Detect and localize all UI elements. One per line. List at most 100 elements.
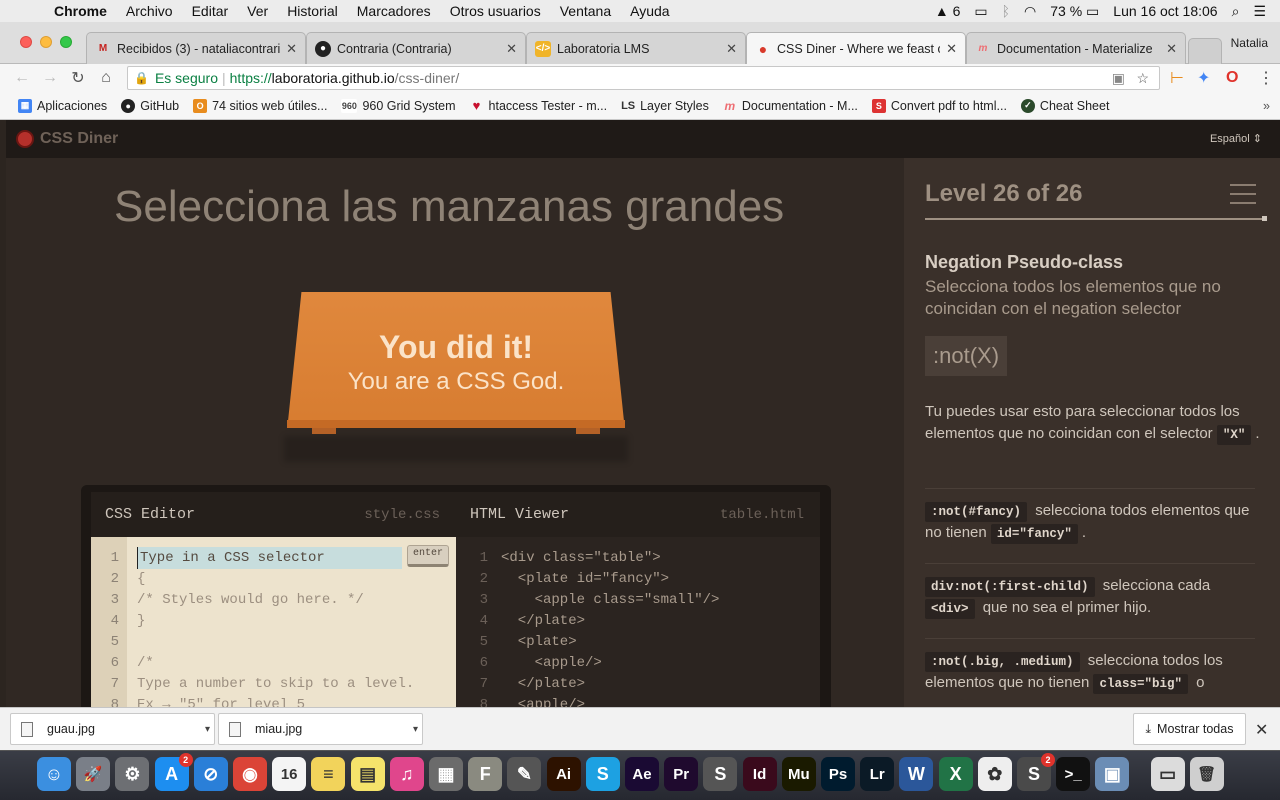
premiere-icon[interactable]: Pr — [664, 757, 699, 791]
close-tab-icon[interactable]: ✕ — [1166, 41, 1177, 57]
photoshop-icon[interactable]: Ps — [821, 757, 855, 791]
word-icon[interactable]: W — [899, 757, 934, 791]
menu-historial[interactable]: Historial — [287, 3, 338, 19]
skype-icon[interactable]: S — [585, 757, 620, 791]
menu-app-chrome[interactable]: Chrome — [54, 3, 107, 19]
close-tab-icon[interactable]: ✕ — [286, 41, 297, 57]
new-tab-button[interactable] — [1188, 38, 1222, 64]
home-icon[interactable]: ⌂ — [92, 69, 120, 87]
sketch-icon[interactable]: S2 — [1017, 753, 1055, 791]
site-settings-icon[interactable]: ▣ — [1112, 70, 1125, 87]
html-markup-line[interactable]: <plate> — [501, 634, 577, 650]
chevron-up-icon[interactable]: ▾ — [413, 724, 418, 735]
menu-ventana[interactable]: Ventana — [560, 3, 611, 19]
html-markup-line[interactable]: <plate id="fancy"> — [501, 571, 669, 587]
html-markup-line[interactable]: <apple/> — [501, 697, 585, 707]
wifi-icon[interactable]: ◠ — [1024, 3, 1036, 20]
level-menu-hamburger-icon[interactable] — [1230, 184, 1256, 204]
adobe-status[interactable]: ▲ 6 — [935, 3, 961, 19]
opera-extension-icon[interactable]: O — [1226, 69, 1238, 87]
excel-icon[interactable]: X — [938, 757, 973, 791]
finder-icon[interactable]: ☺ — [37, 757, 71, 791]
downloads-folder-icon[interactable]: ▭ — [1150, 757, 1185, 791]
photos-icon[interactable]: ✿ — [977, 757, 1012, 791]
menu-marcadores[interactable]: Marcadores — [357, 3, 431, 19]
sublime-icon[interactable]: S — [703, 757, 738, 791]
extension-icon[interactable]: ⊢ — [1170, 68, 1184, 88]
menu-otros-usuarios[interactable]: Otros usuarios — [450, 3, 541, 19]
muse-icon[interactable]: Mu — [781, 757, 816, 791]
chrome-menu-icon[interactable]: ⋮ — [1258, 68, 1274, 88]
html-markup-line[interactable]: </plate> — [501, 676, 585, 692]
tab-github[interactable]: ● Contraria (Contraria) ✕ — [306, 32, 526, 64]
chevron-up-icon[interactable]: ▾ — [205, 724, 210, 735]
tab-materialize[interactable]: m Documentation - Materialize ✕ — [966, 32, 1186, 64]
html-markup-line[interactable]: </plate> — [501, 613, 585, 629]
safari-icon[interactable]: ⊘ — [193, 757, 228, 791]
system-preferences-icon[interactable]: ⚙ — [115, 757, 150, 791]
lightroom-icon[interactable]: Lr — [860, 757, 895, 791]
bookmark-74-sitios[interactable]: O 74 sitios web útiles... — [193, 98, 327, 113]
address-bar[interactable]: 🔒 Es seguro | https://laboratoria.github… — [127, 66, 1160, 90]
menu-ayuda[interactable]: Ayuda — [630, 3, 669, 19]
tab-laboratoria[interactable]: </> Laboratoria LMS ✕ — [526, 32, 746, 64]
calculator-icon[interactable]: ▦ — [429, 757, 463, 791]
bookmark-convert-pdf[interactable]: S Convert pdf to html... — [871, 98, 1007, 113]
fontbook-icon[interactable]: F — [468, 757, 503, 791]
enter-button[interactable]: enter — [407, 545, 449, 567]
download-item-miau[interactable]: miau.jpg ▾ — [218, 713, 423, 745]
html-markup-line[interactable]: <apple/> — [501, 655, 602, 671]
bookmark-materialize[interactable]: m Documentation - M... — [723, 99, 858, 113]
tab-gmail[interactable]: M Recibidos (3) - nataliacontraria ✕ — [86, 32, 306, 64]
site-brand[interactable]: CSS Diner — [40, 130, 118, 148]
bookmark-cheat-sheet[interactable]: ✓ Cheat Sheet — [1020, 98, 1109, 113]
close-downloads-bar-icon[interactable]: ✕ — [1255, 720, 1268, 740]
bookmark-star-icon[interactable]: ☆ — [1136, 70, 1149, 87]
bookmark-aplicaciones[interactable]: ▦ Aplicaciones — [18, 98, 107, 113]
language-select[interactable]: Español ⇕ — [1210, 132, 1262, 145]
itunes-icon[interactable]: ♫ — [389, 757, 424, 791]
calendar-icon[interactable]: 16 — [272, 757, 307, 791]
spotlight-search-icon[interactable]: ⌕ — [1232, 3, 1240, 20]
notes-icon[interactable]: ≡ — [311, 757, 346, 791]
terminal-icon[interactable]: >_ — [1056, 757, 1091, 791]
menu-editar[interactable]: Editar — [192, 3, 229, 19]
indesign-icon[interactable]: Id — [742, 757, 777, 791]
more-bookmarks-icon[interactable]: » — [1263, 99, 1270, 113]
trash-icon[interactable]: 🗑 — [1189, 757, 1224, 791]
forward-arrow-icon[interactable]: → — [36, 69, 64, 87]
notification-center-icon[interactable]: ☰ — [1253, 3, 1266, 20]
after-effects-icon[interactable]: Ae — [625, 757, 659, 791]
profile-button[interactable]: Natalia — [1231, 36, 1268, 50]
illustrator-icon[interactable]: Ai — [546, 757, 581, 791]
close-tab-icon[interactable]: ✕ — [726, 41, 737, 57]
html-markup-line[interactable]: <apple class="small"/> — [501, 592, 720, 608]
launchpad-icon[interactable]: 🚀 — [76, 757, 111, 791]
css-selector-input[interactable]: Type in a CSS selector — [137, 547, 402, 569]
download-item-guau[interactable]: guau.jpg ▾ — [10, 713, 215, 745]
battery-status[interactable]: 73 % ▭ — [1050, 3, 1099, 20]
minimize-window-button[interactable] — [40, 36, 52, 48]
zoom-window-button[interactable] — [60, 36, 72, 48]
stickies-icon[interactable]: ▤ — [350, 757, 385, 791]
bookmark-960-grid[interactable]: 960 960 Grid System — [341, 98, 456, 113]
extension-color-icon[interactable]: ✦ — [1197, 68, 1210, 88]
close-tab-icon[interactable]: ✕ — [946, 41, 957, 57]
bookmark-htaccess[interactable]: ♥ htaccess Tester - m... — [470, 98, 607, 113]
close-tab-icon[interactable]: ✕ — [506, 41, 517, 57]
close-window-button[interactable] — [20, 36, 32, 48]
chrome-icon[interactable]: ◉ — [233, 757, 267, 791]
bookmark-github[interactable]: ● GitHub — [121, 98, 179, 113]
clock[interactable]: Lun 16 oct 18:06 — [1113, 3, 1217, 19]
bookmark-layer-styles[interactable]: LS Layer Styles — [621, 99, 709, 113]
tab-css-diner[interactable]: ● CSS Diner - Where we feast on CSS ✕ — [746, 32, 966, 65]
show-all-downloads-button[interactable]: ⤓ Mostrar todas — [1133, 713, 1246, 745]
menu-archivo[interactable]: Archivo — [126, 3, 173, 19]
app-store-icon[interactable]: A2 — [154, 753, 193, 791]
airplay-icon[interactable]: ▭ — [974, 3, 987, 20]
back-arrow-icon[interactable]: ← — [8, 69, 36, 87]
bluetooth-icon[interactable]: ᛒ — [1002, 3, 1010, 19]
html-markup-line[interactable]: <div class="table"> — [501, 550, 661, 566]
script-editor-icon[interactable]: ✎ — [507, 757, 542, 791]
preview-icon[interactable]: ▣ — [1095, 757, 1130, 791]
